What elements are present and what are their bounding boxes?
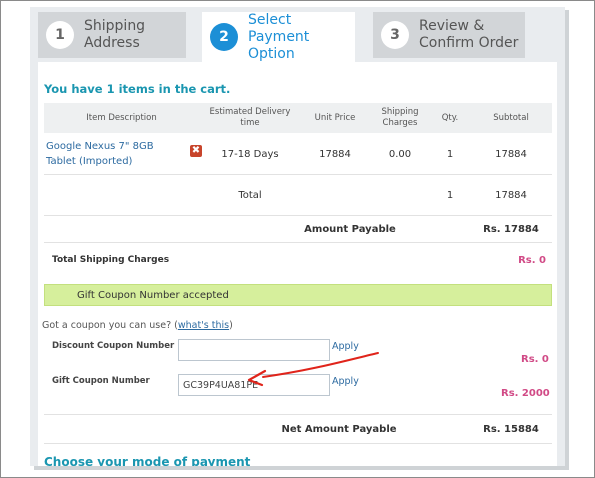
checkout-screen: 1 Shipping Address 2 Select Payment Opti… [30,7,565,466]
total-shipping-row: Total Shipping Charges Rs. 0 [44,245,552,275]
net-amount-row: Net Amount Payable Rs. 15884 [44,414,552,444]
item-price: 17884 [319,148,351,160]
amount-payable-value: Rs. 17884 [483,223,539,235]
payment-mode-heading: Choose your mode of payment [44,455,251,466]
coupon-question-text: Got a coupon you can use? ( [42,320,178,331]
frame-shadow [565,10,569,470]
payment-panel: You have 1 items in the cart. Item Descr… [38,62,557,466]
item-subtotal: 17884 [495,148,527,160]
step-tab-select-payment[interactable]: 2 Select Payment Option [202,12,355,62]
step-number: 3 [381,21,409,49]
amount-payable-label: Amount Payable [304,223,396,235]
total-shipping-label: Total Shipping Charges [52,255,170,265]
step-label: Select Payment Option [248,11,310,62]
step-tab-shipping-address[interactable]: 1 Shipping Address [38,12,186,58]
discount-coupon-label: Discount Coupon Number [52,341,175,351]
cart-count-message: You have 1 items in the cart. [44,82,231,96]
cart-total-row: Total 1 17884 [44,175,552,216]
cart-table-header: Item Description Estimated Delivery time… [44,103,552,133]
gift-amount: Rs. 2000 [501,388,550,399]
amount-payable-row: Amount Payable Rs. 17884 [44,216,552,243]
gift-coupon-label: Gift Coupon Number [52,376,150,386]
whats-this-link[interactable]: what's this [178,320,229,331]
net-amount-value: Rs. 15884 [483,423,539,435]
total-label: Total [238,189,262,201]
item-name-link[interactable]: Google Nexus 7" 8GB Tablet (Imported) [46,134,184,174]
frame-shadow [34,466,569,470]
column-header-item: Item Description [86,112,157,123]
coupon-question-end: ) [229,320,233,331]
item-shipping: 0.00 [388,148,412,160]
column-header-delivery: Estimated Delivery time [209,107,291,128]
step-tab-review-confirm[interactable]: 3 Review & Confirm Order [373,12,525,58]
annotation-arrow-icon [247,352,379,387]
total-subtotal: 17884 [495,189,527,201]
step-number: 2 [210,23,238,51]
column-header-price: Unit Price [314,112,356,123]
remove-item-icon[interactable]: ✖ [190,145,202,157]
column-header-shipping: Shipping Charges [381,107,419,128]
coupon-accepted-notice: Gift Coupon Number accepted [44,284,552,306]
step-number: 1 [46,21,74,49]
column-header-qty: Qty. [441,112,459,123]
coupon-question: Got a coupon you can use? (what's this) [42,320,233,331]
step-label: Shipping Address [84,18,146,51]
discount-amount: Rs. 0 [521,354,549,365]
total-qty: 1 [446,189,454,201]
net-amount-label: Net Amount Payable [281,423,397,435]
column-header-subtotal: Subtotal [493,112,529,123]
item-delivery: 17-18 Days [221,148,279,160]
item-qty: 1 [446,148,454,160]
total-shipping-value: Rs. 0 [518,254,546,266]
cart-item-row: Google Nexus 7" 8GB Tablet (Imported) ✖ … [44,134,552,175]
step-label: Review & Confirm Order [419,18,519,51]
